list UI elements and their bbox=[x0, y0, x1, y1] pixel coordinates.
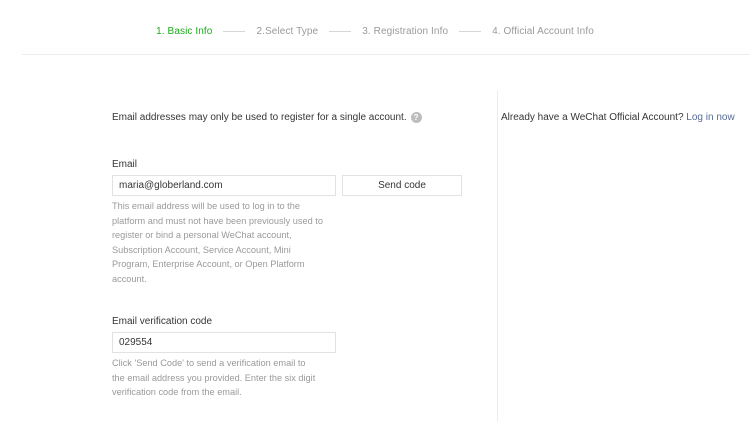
column-divider bbox=[497, 90, 498, 422]
verification-code-input[interactable] bbox=[112, 332, 336, 353]
log-in-now-link[interactable]: Log in now bbox=[686, 112, 734, 123]
header-divider bbox=[22, 54, 750, 55]
step-separator bbox=[329, 31, 352, 32]
step-separator bbox=[223, 31, 246, 32]
step-select-type: 2.Select Type bbox=[256, 26, 319, 37]
help-icon[interactable]: ? bbox=[410, 112, 422, 123]
existing-account-text: Already have a WeChat Official Account? bbox=[501, 112, 684, 123]
registration-stepper: 1. Basic Info 2.Select Type 3. Registrat… bbox=[0, 26, 750, 37]
verification-code-hint: Click 'Send Code' to send a verification… bbox=[112, 358, 316, 397]
registration-page: 1. Basic Info 2.Select Type 3. Registrat… bbox=[0, 0, 750, 422]
step-official-account-info: 4. Official Account Info bbox=[492, 26, 594, 37]
step-separator bbox=[459, 31, 482, 32]
step-basic-info: 1. Basic Info bbox=[156, 26, 213, 37]
step-registration-info: 3. Registration Info bbox=[362, 26, 449, 37]
email-hint: This email address will be used to log i… bbox=[112, 201, 323, 284]
email-label: Email bbox=[112, 159, 138, 170]
single-account-notice: Email addresses may only be used to regi… bbox=[112, 112, 422, 123]
existing-account-prompt: Already have a WeChat Official Account? … bbox=[501, 112, 735, 123]
send-code-button[interactable]: Send code bbox=[342, 175, 462, 196]
verification-code-label: Email verification code bbox=[112, 316, 213, 327]
email-input[interactable] bbox=[112, 175, 336, 196]
notice-text: Email addresses may only be used to regi… bbox=[112, 112, 407, 123]
